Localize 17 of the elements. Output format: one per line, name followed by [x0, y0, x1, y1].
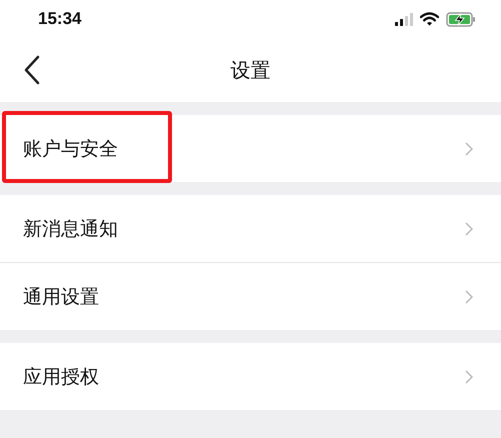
chevron-right-icon	[465, 222, 473, 236]
row-label: 新消息通知	[23, 216, 118, 242]
settings-row[interactable]: 应用授权	[0, 343, 501, 410]
row-label: 通用设置	[23, 284, 99, 310]
status-time: 15:34	[38, 9, 82, 29]
settings-row[interactable]: 通用设置	[0, 262, 501, 330]
row-label: 应用授权	[23, 364, 99, 390]
chevron-right-icon	[465, 142, 473, 156]
back-icon[interactable]	[24, 55, 40, 85]
chevron-right-icon	[465, 370, 473, 384]
page-title: 设置	[230, 56, 270, 84]
wifi-icon	[420, 12, 439, 26]
signal-icon	[395, 12, 413, 26]
settings-row[interactable]: 新消息通知	[0, 195, 501, 262]
row-label: 账户与安全	[23, 136, 118, 162]
chevron-right-icon	[465, 290, 473, 304]
settings-row[interactable]: 账户与安全	[0, 115, 501, 182]
